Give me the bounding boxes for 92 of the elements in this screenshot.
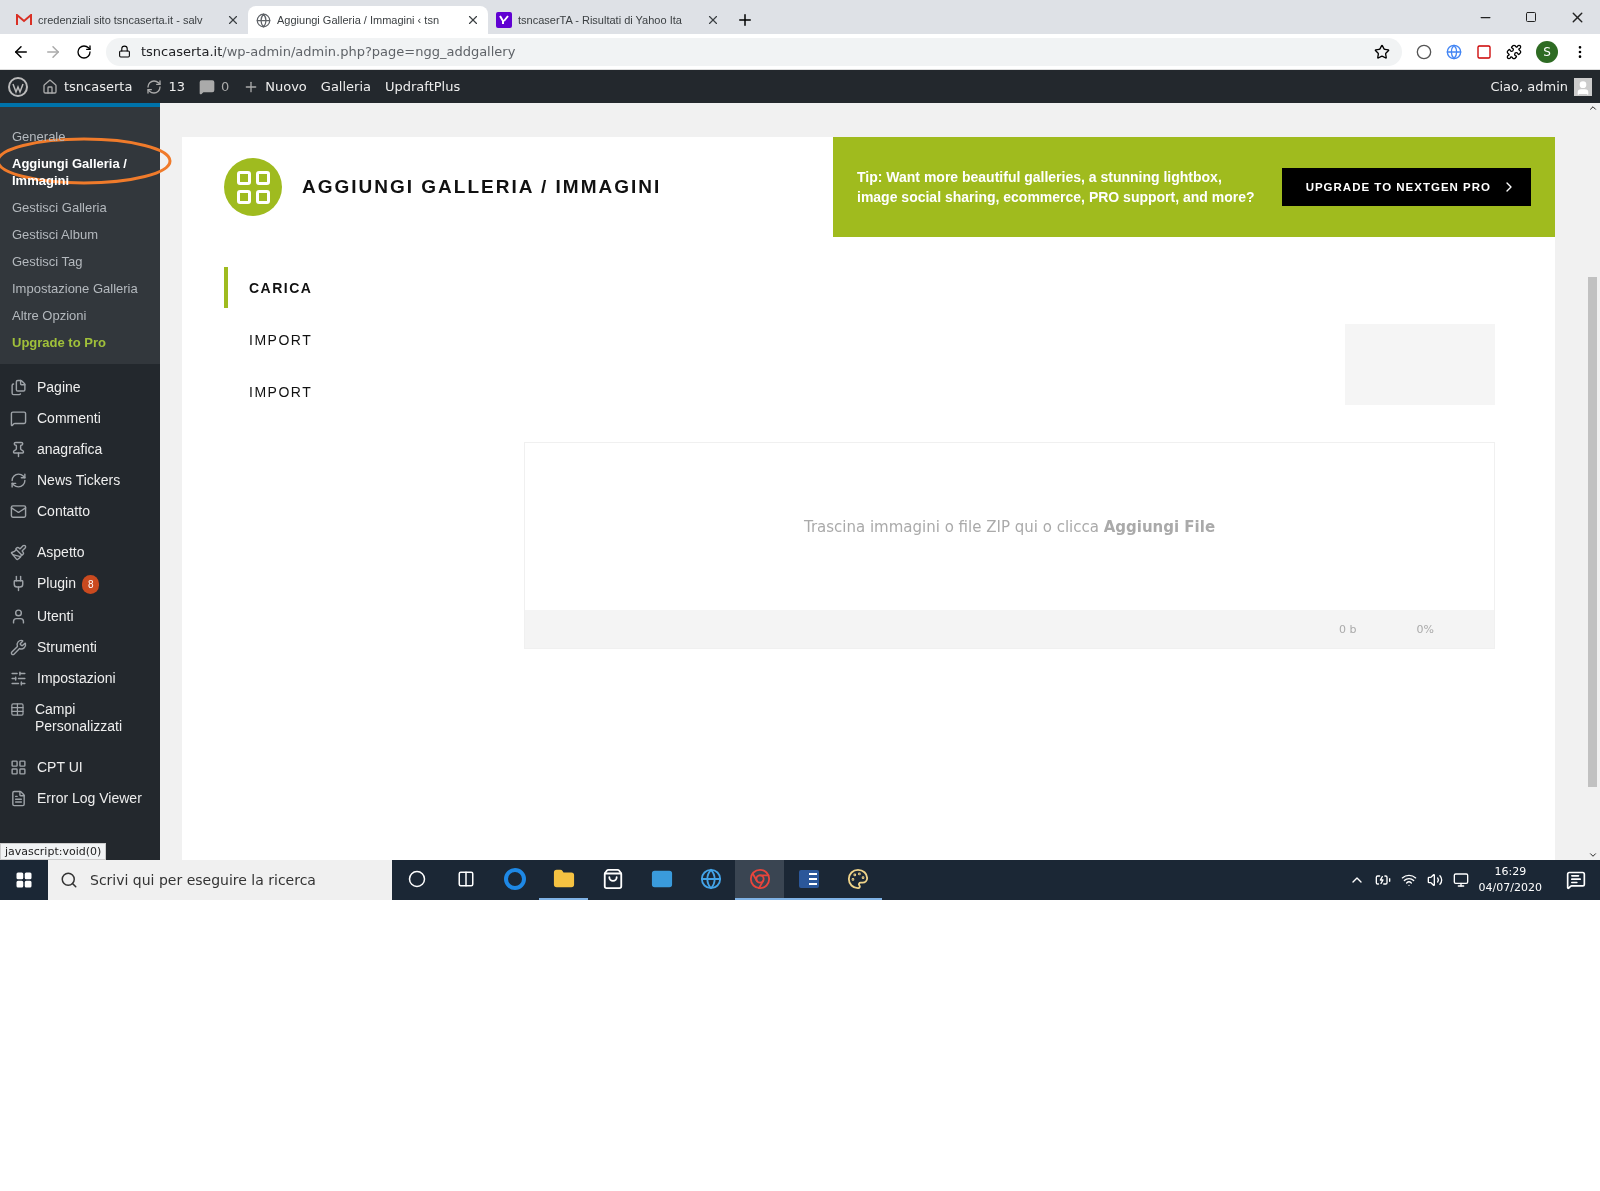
wifi-icon[interactable] [1400, 872, 1417, 888]
circle-icon[interactable] [1416, 43, 1432, 60]
pin-icon [10, 441, 27, 458]
avatar-icon [1574, 77, 1592, 96]
menu-item[interactable]: Aspetto [0, 537, 160, 568]
section-tab[interactable]: CARICA [224, 267, 524, 308]
url-text: tsncaserta.it/wp-admin/admin.php?page=ngg_addgallery [141, 44, 516, 59]
count-badge: 8 [81, 575, 100, 594]
drop-hint: Trascina immagini o file ZIP qui o clicca Aggiungi File [803, 517, 1216, 536]
admin-bar-link[interactable]: Galleria [320, 79, 371, 94]
restore-icon[interactable] [1525, 11, 1537, 23]
section-tab[interactable]: IMPORT [224, 319, 524, 360]
section-tab[interactable]: IMPORT [224, 371, 524, 412]
address-field[interactable]: tsncaserta.it/wp-admin/admin.php?page=ngg_addgallery [106, 37, 1402, 66]
search-icon [60, 871, 78, 889]
submenu-item[interactable]: Upgrade to Pro [0, 329, 160, 356]
menu-item[interactable]: Campi Personalizzati [0, 694, 160, 742]
admin-bar-link[interactable]: UpdraftPlus [385, 79, 461, 94]
submenu-item[interactable]: Gestisci Tag [0, 248, 160, 275]
notification-icon[interactable] [1566, 870, 1586, 890]
clock[interactable]: 16:29 04/07/2020 [1478, 864, 1542, 896]
menu-item[interactable]: Pagine [0, 372, 160, 403]
menu-item[interactable]: Plugin 8 [0, 568, 160, 601]
table-icon [10, 701, 25, 718]
browser-tab[interactable]: credenziali sito tsncaserta.it - salv [8, 6, 248, 34]
new-link[interactable]: Nuovo [243, 78, 307, 95]
tip-text: Tip: Want more beautiful galleries, a stunning lightbox, image social sharing, ecommerce, PRO support, and more? [857, 168, 1256, 207]
translate-icon[interactable] [1446, 43, 1462, 60]
folder-icon[interactable] [552, 868, 575, 890]
palette-icon[interactable] [846, 868, 869, 890]
browser-tab[interactable]: tsncaserTA - Risultati di Yahoo Ita [488, 6, 728, 34]
menu-item[interactable]: Strumenti [0, 632, 160, 663]
search-field[interactable]: Scrivi qui per eseguire la ricerca [48, 860, 392, 900]
menu-item[interactable]: Impostazioni [0, 663, 160, 694]
page-title: AGGIUNGI GALLERIA / IMMAGINI [302, 176, 663, 198]
new-tab-icon[interactable] [736, 11, 754, 29]
speaker-icon[interactable] [1426, 872, 1443, 888]
comment-icon [198, 78, 215, 95]
browser-logo-icon[interactable] [748, 868, 771, 890]
document-app-icon[interactable] [797, 868, 820, 890]
menu-item[interactable]: Contatto [0, 496, 160, 527]
lock-icon [118, 45, 131, 58]
monitor-icon[interactable] [1452, 872, 1469, 888]
updates-link[interactable]: 13 [146, 78, 185, 95]
comments-link[interactable]: 0 [198, 78, 230, 95]
sliders-icon [10, 670, 27, 687]
wrench-icon [10, 639, 27, 656]
document-icon [10, 790, 27, 807]
submenu-item[interactable]: Generale [0, 123, 160, 150]
shopping-bag-icon[interactable] [601, 868, 624, 890]
status-tooltip: javascript:void(0) [0, 843, 107, 860]
scroll-up-icon[interactable] [1587, 103, 1598, 113]
menu-item[interactable]: anagrafica [0, 434, 160, 465]
profile-avatar[interactable]: S [1536, 40, 1558, 63]
task-view-icon[interactable] [456, 870, 475, 888]
percent-text: 0% [1416, 622, 1434, 636]
submenu-item[interactable]: Gestisci Album [0, 221, 160, 248]
mail-logo-icon [16, 14, 32, 26]
close-icon[interactable] [706, 13, 720, 27]
puzzle-icon[interactable] [1506, 43, 1522, 60]
gallery-logo-icon [224, 158, 282, 216]
logo-icon[interactable] [8, 76, 28, 97]
browser-tab[interactable]: Aggiungi Galleria / Immagini ‹ tsn [248, 6, 488, 34]
battery-icon[interactable] [1374, 872, 1391, 888]
menu-item[interactable]: Error Log Viewer [0, 783, 160, 814]
submenu-item[interactable]: Gestisci Galleria [0, 194, 160, 221]
reload-icon[interactable] [76, 43, 92, 60]
menu-item[interactable]: Commenti [0, 403, 160, 434]
upgrade-button[interactable]: UPGRADE TO NEXTGEN PRO [1281, 168, 1531, 206]
menu-item[interactable]: News Tickers [0, 465, 160, 496]
star-icon[interactable] [1374, 43, 1390, 60]
pages-icon [10, 379, 27, 396]
scrollbar[interactable] [1585, 103, 1600, 860]
comment-icon [10, 410, 27, 427]
account-link[interactable]: Ciao, admin [1490, 77, 1592, 96]
submenu-item[interactable]: Altre Opzioni [0, 302, 160, 329]
site-link[interactable]: tsncaserta [42, 78, 133, 95]
close-icon[interactable] [226, 13, 240, 27]
close-icon[interactable] [466, 13, 480, 27]
grid-icon [10, 759, 27, 776]
submenu-item[interactable]: Impostazione Galleria [0, 275, 160, 302]
refresh-icon [146, 78, 163, 95]
brush-icon [10, 544, 27, 561]
globe-icon [256, 12, 271, 28]
menu-item[interactable]: Utenti [0, 601, 160, 632]
menu-item[interactable]: CPT UI [0, 752, 160, 783]
size-text: 0 b [1339, 622, 1357, 636]
globe-icon[interactable] [699, 868, 722, 890]
scroll-down-icon[interactable] [1587, 850, 1598, 860]
user-icon [10, 608, 27, 625]
refresh-icon [10, 472, 27, 489]
home-icon [42, 78, 58, 95]
